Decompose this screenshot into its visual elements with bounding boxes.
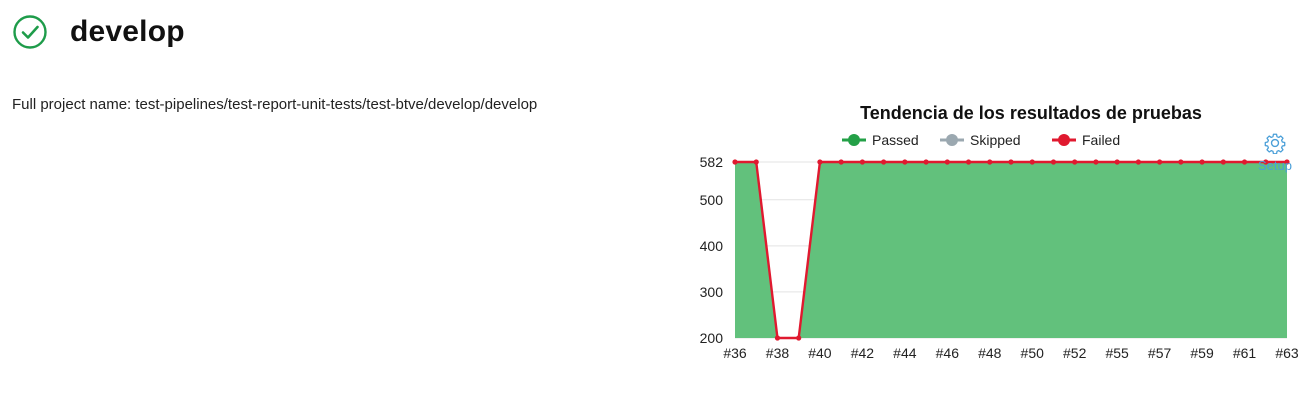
series-failed-point — [796, 335, 802, 341]
chart-svg: Tendencia de los resultados de pruebas Pa… — [700, 103, 1299, 361]
x-tick-label: #46 — [936, 345, 960, 361]
series-failed-point — [1029, 159, 1035, 165]
x-tick-label: #42 — [851, 345, 875, 361]
setup-label: Setup — [1258, 158, 1292, 173]
legend-marker-failed — [1058, 134, 1070, 146]
check-circle-icon — [12, 14, 48, 50]
x-tick-label: #61 — [1233, 345, 1257, 361]
full-project-name: Full project name: test-pipelines/test-r… — [12, 96, 538, 113]
setup-button[interactable]: Setup — [1250, 132, 1300, 173]
series-failed-point — [965, 159, 972, 165]
legend-marker-skipped — [946, 134, 958, 146]
series-failed-point — [859, 159, 865, 165]
x-tick-label: #48 — [978, 345, 1002, 361]
legend-label-skipped: Skipped — [970, 132, 1021, 148]
x-tick-label: #38 — [766, 345, 790, 361]
page-title: develop — [70, 15, 185, 48]
test-trend-chart: Tendencia de los resultados de pruebas Pa… — [690, 95, 1305, 385]
series-failed-point — [1135, 159, 1141, 165]
series-failed-point — [753, 159, 759, 165]
legend-marker-passed — [848, 134, 860, 146]
series-failed-point — [1220, 159, 1226, 165]
series-failed-point — [1178, 159, 1184, 165]
y-tick-label: 500 — [700, 192, 724, 208]
series-failed-point — [1199, 159, 1205, 165]
series-failed-point — [923, 159, 929, 165]
x-tick-label: #63 — [1275, 345, 1299, 361]
series-failed-point — [1114, 159, 1120, 165]
y-tick-label: 200 — [700, 330, 724, 346]
series-failed-point — [902, 159, 908, 165]
y-tick-label: 400 — [700, 238, 724, 254]
x-tick-label: #57 — [1148, 345, 1172, 361]
x-tick-label: #52 — [1063, 345, 1087, 361]
series-failed-point — [1008, 159, 1014, 165]
series-failed-point — [1093, 159, 1099, 165]
series-failed-point — [987, 159, 993, 165]
header: develop — [12, 14, 185, 50]
y-tick-label: 300 — [700, 284, 724, 300]
series-failed-point — [944, 159, 950, 165]
series-failed-point — [1072, 159, 1078, 165]
series-failed-point — [1050, 159, 1057, 165]
series-failed-point — [838, 159, 844, 165]
x-tick-label: #50 — [1021, 345, 1045, 361]
series-failed-point — [881, 159, 887, 165]
legend-label-failed: Failed — [1082, 132, 1120, 148]
chart-title: Tendencia de los resultados de pruebas — [860, 103, 1202, 123]
series-failed-point — [774, 335, 781, 341]
x-tick-label: #40 — [808, 345, 832, 361]
series-failed-point — [1157, 159, 1163, 165]
series-failed-point — [732, 159, 738, 165]
series-failed-point — [817, 159, 823, 165]
x-tick-label: #59 — [1190, 345, 1214, 361]
x-tick-label: #44 — [893, 345, 917, 361]
series-failed-point — [1241, 159, 1248, 165]
x-tick-label: #36 — [723, 345, 747, 361]
gear-icon — [1264, 133, 1286, 154]
y-tick-label: 582 — [700, 154, 724, 170]
x-tick-label: #55 — [1105, 345, 1129, 361]
legend-label-passed: Passed — [872, 132, 919, 148]
